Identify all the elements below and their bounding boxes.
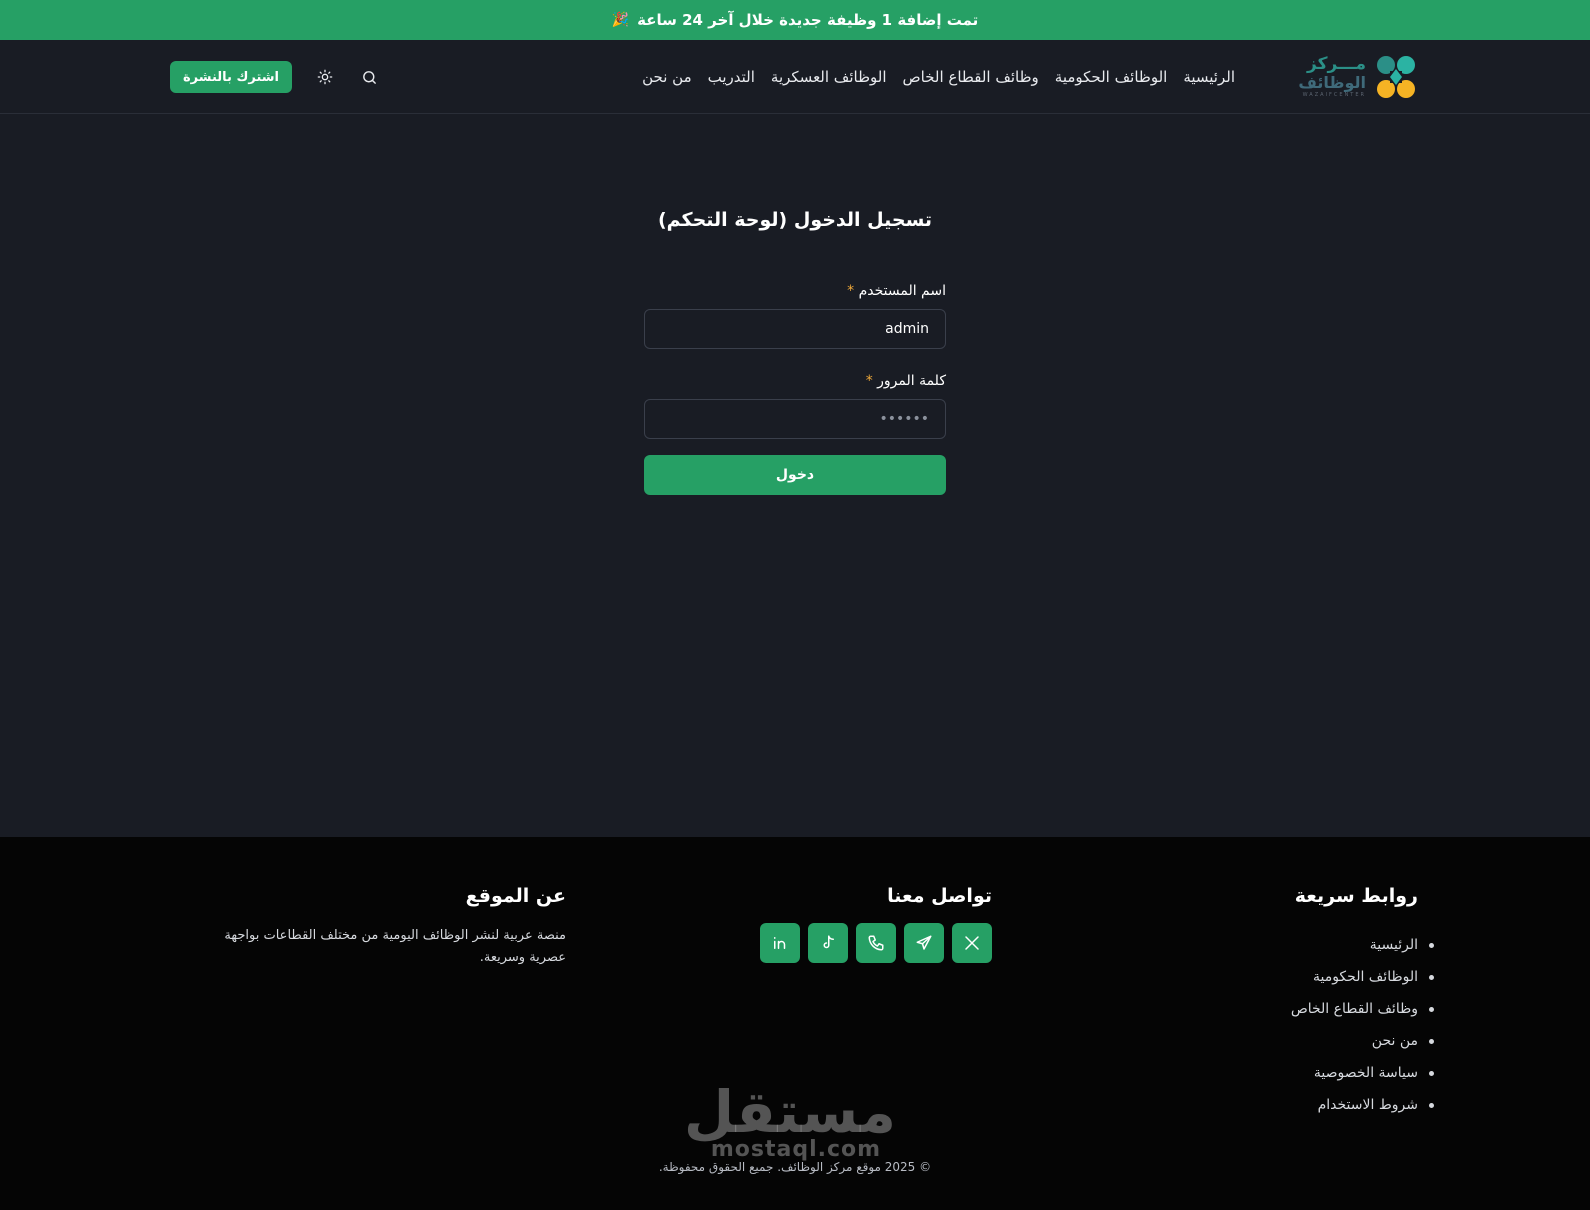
- login-title: تسجيل الدخول (لوحة التحكم): [657, 209, 933, 231]
- announcement-text: تمت إضافة 1 وظيفة جديدة خلال آخر 24 ساعة: [637, 11, 979, 29]
- announcement-bar: تمت إضافة 1 وظيفة جديدة خلال آخر 24 ساعة…: [0, 0, 1590, 40]
- footer-quick-links: روابط سريعة الرئيسية الوظائف الحكومية وظ…: [1218, 885, 1434, 1121]
- nav-item-about[interactable]: من نحن: [642, 68, 692, 86]
- footer-about: عن الموقع منصة عربية لنشر الوظائف اليومي…: [200, 885, 566, 969]
- nav-item-government-jobs[interactable]: الوظائف الحكومية: [1055, 68, 1168, 86]
- footer-link-privacy[interactable]: سياسة الخصوصية: [1218, 1057, 1434, 1089]
- telegram-icon[interactable]: [904, 923, 944, 963]
- required-mark: *: [847, 283, 855, 299]
- login-form: اسم المستخدم * كلمة المرور * دخول: [644, 283, 946, 495]
- tiktok-icon[interactable]: [808, 923, 848, 963]
- x-icon[interactable]: [952, 923, 992, 963]
- quick-links-list: الرئيسية الوظائف الحكومية وظائف القطاع ا…: [1218, 929, 1434, 1121]
- logo-line-2: الوظائف: [1298, 73, 1366, 92]
- username-label: اسم المستخدم *: [644, 283, 946, 299]
- copyright-text: © 2025 موقع مركز الوظائف. جميع الحقوق مح…: [658, 1160, 932, 1174]
- logo-text: مـــركز الوظائف WAZAIFCENTER: [1298, 56, 1366, 98]
- mostaql-watermark: مستقل mostaql.com: [683, 1078, 896, 1162]
- footer-link-home[interactable]: الرئيسية: [1218, 929, 1434, 961]
- party-icon: 🎉: [611, 12, 630, 28]
- nav-item-private-jobs[interactable]: وظائف القطاع الخاص: [903, 68, 1039, 86]
- search-icon[interactable]: [358, 66, 380, 88]
- password-label: كلمة المرور *: [644, 373, 946, 389]
- sun-icon[interactable]: [314, 66, 336, 88]
- main-content: تسجيل الدخول (لوحة التحكم) اسم المستخدم …: [0, 115, 1590, 837]
- logo-line-1: مـــركز: [1307, 54, 1366, 74]
- phone-icon[interactable]: [856, 923, 896, 963]
- password-label-text: كلمة المرور: [877, 373, 946, 389]
- header-tools: اشترك بالنشرة: [170, 40, 380, 114]
- required-mark: *: [865, 373, 873, 389]
- nav-item-military-jobs[interactable]: الوظائف العسكرية: [771, 68, 887, 86]
- main-nav: الرئيسية الوظائف الحكومية وظائف القطاع ا…: [642, 40, 1235, 114]
- login-submit-button[interactable]: دخول: [644, 455, 946, 495]
- footer-link-government-jobs[interactable]: الوظائف الحكومية: [1218, 961, 1434, 993]
- site-logo[interactable]: مـــركز الوظائف WAZAIFCENTER: [1298, 52, 1420, 102]
- footer-link-terms[interactable]: شروط الاستخدام: [1218, 1089, 1434, 1121]
- username-label-text: اسم المستخدم: [858, 283, 946, 299]
- watermark-latin: mostaql.com: [710, 1137, 882, 1162]
- subscribe-button[interactable]: اشترك بالنشرة: [170, 61, 293, 93]
- linkedin-icon[interactable]: [760, 923, 800, 963]
- username-field[interactable]: [644, 309, 946, 349]
- nav-item-training[interactable]: التدريب: [708, 68, 755, 86]
- footer-link-about[interactable]: من نحن: [1218, 1025, 1434, 1057]
- nav-item-home[interactable]: الرئيسية: [1183, 68, 1235, 86]
- about-title: عن الموقع: [465, 885, 566, 907]
- logo-mark-icon: [1372, 53, 1420, 101]
- watermark-arabic: مستقل: [683, 1078, 896, 1146]
- site-header: مـــركز الوظائف WAZAIFCENTER الرئيسية ال…: [0, 40, 1590, 114]
- social-links: [600, 923, 992, 963]
- footer-link-private-jobs[interactable]: وظائف القطاع الخاص: [1218, 993, 1434, 1025]
- password-field[interactable]: [644, 399, 946, 439]
- logo-line-3: WAZAIFCENTER: [1302, 92, 1366, 98]
- site-footer: روابط سريعة الرئيسية الوظائف الحكومية وظ…: [0, 837, 1590, 1210]
- contact-title: تواصل معنا: [887, 885, 992, 907]
- quick-links-title: روابط سريعة: [1294, 885, 1418, 907]
- footer-contact: تواصل معنا: [600, 885, 992, 963]
- about-text: منصة عربية لنشر الوظائف اليومية من مختلف…: [224, 928, 566, 965]
